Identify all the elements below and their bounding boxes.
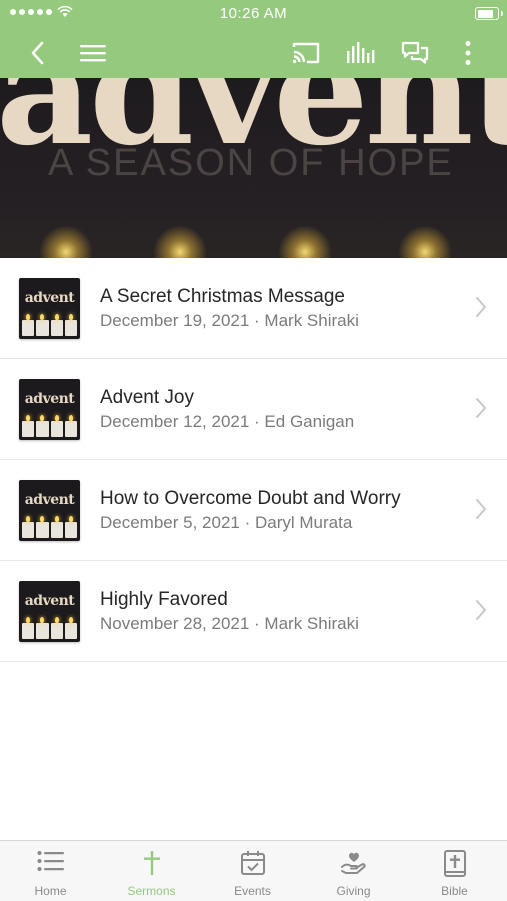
calendar-check-icon xyxy=(240,851,265,875)
tab-bar: Home Sermons Events Giving Bible xyxy=(0,840,507,901)
candle-glow xyxy=(275,224,335,258)
sermon-title: Advent Joy xyxy=(100,387,194,408)
status-bar: 10:26 AM xyxy=(0,0,507,28)
sermon-list-item[interactable]: advent Advent Joy December 12, 2021 · Ed… xyxy=(0,359,507,460)
more-button[interactable] xyxy=(452,37,484,69)
sermon-list-item[interactable]: advent A Secret Christmas Message Decemb… xyxy=(0,258,507,359)
chat-button[interactable] xyxy=(399,37,431,69)
tab-label: Bible xyxy=(441,884,468,898)
hamburger-menu-icon xyxy=(80,45,106,62)
back-button[interactable] xyxy=(22,37,54,69)
sermon-thumbnail: advent xyxy=(19,278,80,339)
cast-icon xyxy=(292,42,320,64)
tab-label: Giving xyxy=(336,884,371,898)
cross-icon xyxy=(143,851,160,875)
series-banner: advent A SEASON OF HOPE xyxy=(0,78,507,258)
chevron-right-icon xyxy=(476,297,486,317)
sermon-list: advent A Secret Christmas Message Decemb… xyxy=(0,258,507,662)
sermon-meta: December 12, 2021 · Ed Ganigan xyxy=(100,412,355,431)
sermon-title: A Secret Christmas Message xyxy=(100,286,345,307)
tab-sermons[interactable]: Sermons xyxy=(101,841,202,901)
chevron-right-icon xyxy=(476,600,486,620)
tab-events[interactable]: Events xyxy=(202,841,303,901)
thumbnail-text: advent xyxy=(24,290,75,306)
sermon-list-item[interactable]: advent How to Overcome Doubt and Worry D… xyxy=(0,460,507,561)
sermon-thumbnail: advent xyxy=(19,480,80,541)
bible-icon xyxy=(443,850,466,877)
battery-icon xyxy=(475,7,503,20)
sermon-thumbnail: advent xyxy=(19,581,80,642)
chevron-right-icon xyxy=(476,398,486,418)
chevron-right-icon xyxy=(476,499,486,519)
thumbnail-text: advent xyxy=(24,391,75,407)
candle-glow xyxy=(395,224,455,258)
candle-glow xyxy=(36,224,96,258)
list-icon xyxy=(37,851,64,871)
tab-label: Events xyxy=(234,884,271,898)
cast-button[interactable] xyxy=(290,37,322,69)
audio-button[interactable] xyxy=(345,37,377,69)
chat-bubbles-icon xyxy=(401,41,429,64)
status-time: 10:26 AM xyxy=(219,5,288,22)
thumbnail-text: advent xyxy=(24,492,75,508)
audio-bars-icon xyxy=(347,42,375,63)
banner-subtitle: A SEASON OF HOPE xyxy=(48,142,454,184)
giving-hand-icon xyxy=(340,852,366,874)
tab-label: Home xyxy=(34,884,67,898)
sermon-meta: December 19, 2021 · Mark Shiraki xyxy=(100,311,359,330)
more-vertical-icon xyxy=(465,41,471,65)
sermon-thumbnail: advent xyxy=(19,379,80,440)
tab-bible[interactable]: Bible xyxy=(404,841,505,901)
tab-home[interactable]: Home xyxy=(0,841,101,901)
tab-label: Sermons xyxy=(127,884,176,898)
sermon-title: How to Overcome Doubt and Worry xyxy=(100,488,401,509)
candle-glow xyxy=(150,224,210,258)
menu-button[interactable] xyxy=(77,37,109,69)
sermon-meta: November 28, 2021 · Mark Shiraki xyxy=(100,614,359,633)
thumbnail-text: advent xyxy=(24,593,75,609)
sermon-title: Highly Favored xyxy=(100,589,228,610)
back-chevron-icon xyxy=(31,41,44,65)
sermon-meta: December 5, 2021 · Daryl Murata xyxy=(100,513,353,532)
tab-giving[interactable]: Giving xyxy=(303,841,404,901)
sermon-list-item[interactable]: advent Highly Favored November 28, 2021 … xyxy=(0,561,507,662)
nav-bar xyxy=(0,28,507,78)
